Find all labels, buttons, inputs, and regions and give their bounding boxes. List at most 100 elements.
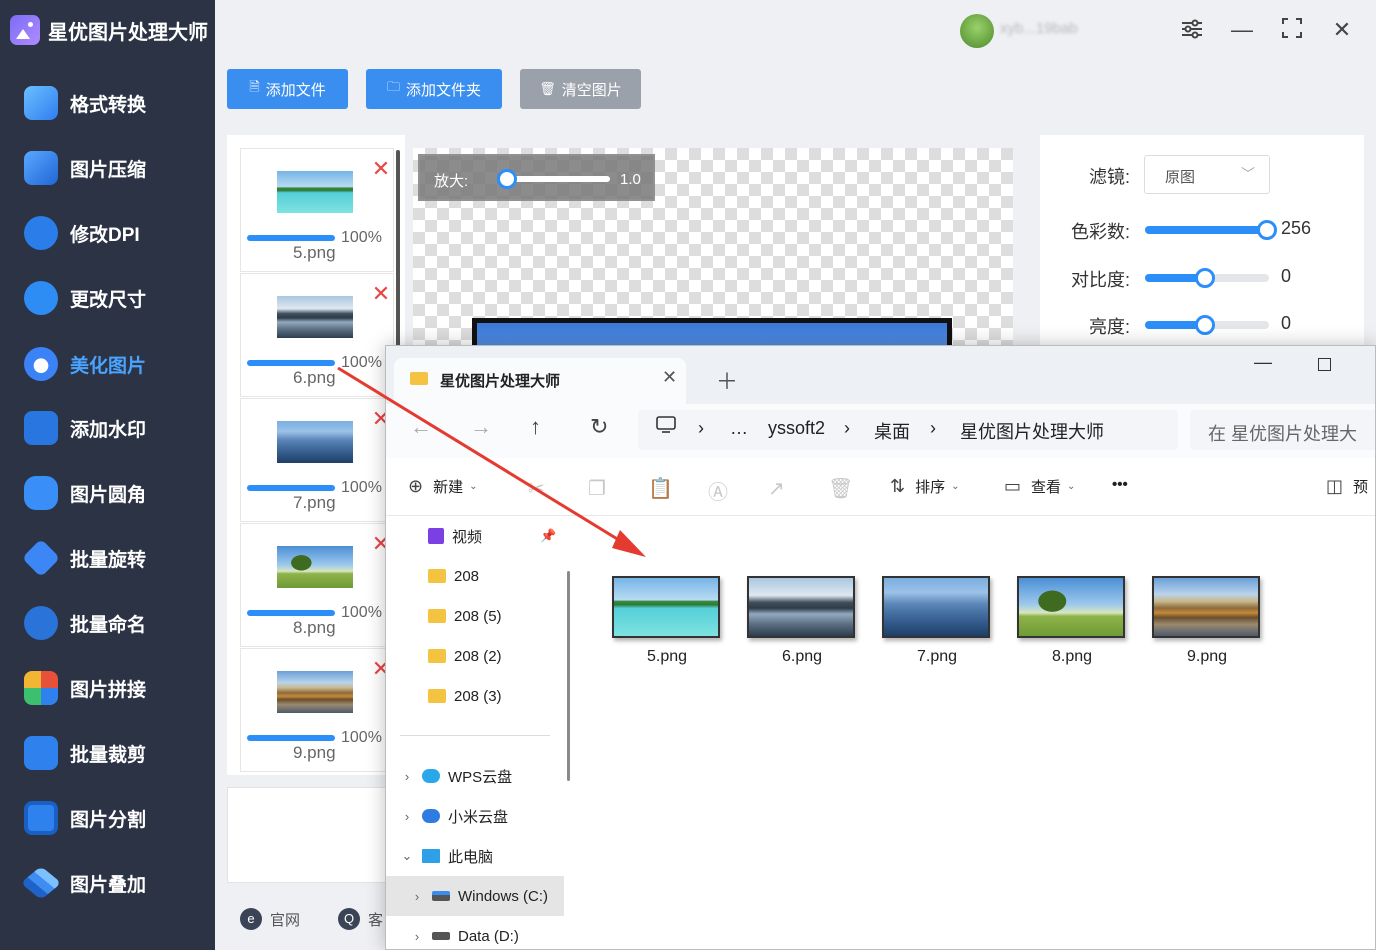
support-link[interactable]: Q客 <box>338 908 383 930</box>
chevron-right-icon[interactable]: › <box>408 889 426 904</box>
paste-icon[interactable]: 📋 <box>648 476 673 501</box>
chevron-right-icon[interactable]: › <box>398 769 416 784</box>
file-item[interactable]: 6.png <box>747 576 857 666</box>
explorer-navigation-bar: ← → ↑ ↻ › … yssoft2 › 桌面 › 星优图片处理大师 在 星优… <box>386 404 1375 458</box>
sidebar-item-dpi[interactable]: 修改DPI <box>24 211 204 255</box>
new-tab-button[interactable]: ＋ <box>716 364 738 396</box>
close-button[interactable]: ✕ <box>1328 16 1356 44</box>
file-thumbnail <box>612 576 720 638</box>
file-card[interactable]: ✕ 100% 7.png <box>240 398 394 522</box>
file-thumbnail <box>277 546 353 588</box>
nav-item-drive-c[interactable]: › Windows (C:) <box>386 876 564 916</box>
nav-item-folder[interactable]: 208 (3) <box>386 676 564 716</box>
nav-item-folder[interactable]: 208 (2) <box>386 636 564 676</box>
plus-circle-icon: ⊕ <box>408 476 424 496</box>
more-options-button[interactable]: ••• <box>1112 476 1128 493</box>
sidebar-item-beautify[interactable]: 美化图片 <box>24 342 204 386</box>
close-icon[interactable]: ✕ <box>662 367 677 388</box>
file-progress-bar <box>247 735 335 741</box>
add-file-button[interactable]: 🗎 添加文件 <box>227 69 348 109</box>
nav-item-video[interactable]: 视频 📌 <box>386 516 564 556</box>
sort-button[interactable]: ⇅ 排序 ⌄ <box>890 476 960 497</box>
nav-item-drive-d[interactable]: › Data (D:) <box>386 916 564 949</box>
search-box[interactable]: 在 星优图片处理大 <box>1190 410 1375 450</box>
file-card[interactable]: ✕ 100% 9.png <box>240 648 394 772</box>
chevron-down-icon[interactable]: ⌄ <box>398 848 416 864</box>
zoom-slider-thumb[interactable] <box>497 169 518 189</box>
sliders-icon[interactable] <box>1178 16 1206 44</box>
sidebar-item-split[interactable]: 图片分割 <box>24 796 204 840</box>
breadcrumb-current-folder[interactable]: 星优图片处理大师 <box>960 418 1104 444</box>
nav-item-label: 视频 <box>452 528 483 546</box>
split-icon <box>24 801 58 835</box>
navigation-pane-scrollbar[interactable] <box>567 571 570 781</box>
zoom-value: 1.0 <box>620 171 641 188</box>
sidebar-item-watermark[interactable]: 添加水印 <box>24 406 204 450</box>
close-icon[interactable]: ✕ <box>371 283 391 305</box>
brightness-slider-thumb[interactable] <box>1195 315 1215 335</box>
chevron-right-icon[interactable]: › <box>408 929 426 944</box>
pin-icon[interactable]: 📌 <box>540 528 556 544</box>
delete-icon[interactable]: 🗑 <box>828 476 853 501</box>
file-item[interactable]: 9.png <box>1152 576 1262 666</box>
explorer-maximize-button[interactable] <box>1318 358 1331 371</box>
sidebar-item-round-corner[interactable]: 图片圆角 <box>24 471 204 515</box>
view-button[interactable]: ▭ 查看 ⌄ <box>1004 476 1075 497</box>
minimize-button[interactable]: — <box>1228 16 1256 44</box>
new-button[interactable]: ⊕ 新建 ⌄ <box>408 476 478 497</box>
file-item[interactable]: 7.png <box>882 576 992 666</box>
explorer-minimize-button[interactable]: — <box>1254 352 1272 373</box>
file-list-scrollbar[interactable] <box>396 150 400 350</box>
color-count-slider-thumb[interactable] <box>1257 220 1277 240</box>
breadcrumb-overflow[interactable]: … <box>730 418 748 439</box>
forward-arrow-icon[interactable]: → <box>470 414 492 440</box>
explorer-tab-title: 星优图片处理大师 <box>440 373 561 390</box>
sidebar-item-layers[interactable]: 图片叠加 <box>20 861 204 905</box>
sidebar-item-puzzle[interactable]: 图片拼接 <box>24 666 204 710</box>
nav-item-folder[interactable]: 208 (5) <box>386 596 564 636</box>
sidebar-item-resize[interactable]: 更改尺寸 <box>24 276 204 320</box>
refresh-icon[interactable]: ↻ <box>590 414 608 440</box>
file-name: 7.png <box>293 493 336 512</box>
sidebar-item-label: 图片叠加 <box>70 874 147 896</box>
crop-icon <box>24 736 58 770</box>
add-folder-button[interactable]: 🗀 添加文件夹 <box>366 69 502 109</box>
nav-item-this-pc[interactable]: ⌄ 此电脑 <box>386 836 564 876</box>
cut-icon[interactable]: ✂ <box>528 476 545 501</box>
preview-pane-icon: ◫ <box>1326 476 1344 496</box>
nav-item-folder[interactable]: 208 <box>386 556 564 596</box>
clear-images-button[interactable]: 🗑 清空图片 <box>520 69 641 109</box>
back-arrow-icon[interactable]: ← <box>410 414 432 440</box>
sidebar-item-compress[interactable]: 图片压缩 <box>24 146 204 190</box>
user-avatar[interactable] <box>960 14 994 48</box>
sidebar-item-rename[interactable]: 批量命名 <box>24 601 204 645</box>
share-icon[interactable]: ↗ <box>768 476 785 501</box>
filter-select[interactable]: 原图 ﹀ <box>1144 155 1270 194</box>
file-item[interactable]: 5.png <box>612 576 722 666</box>
website-link[interactable]: e 官网 <box>240 908 300 930</box>
file-card[interactable]: ✕ 100% 8.png <box>240 523 394 647</box>
nav-item-mi-cloud[interactable]: › 小米云盘 <box>386 796 564 836</box>
file-card[interactable]: ✕ 100% 6.png <box>240 273 394 397</box>
file-progress-bar <box>247 610 335 616</box>
sidebar-item-label: 批量命名 <box>70 614 147 636</box>
close-icon[interactable]: ✕ <box>371 158 391 180</box>
maximize-button[interactable] <box>1278 16 1306 44</box>
color-count-slider[interactable] <box>1145 226 1269 234</box>
breadcrumb-desktop[interactable]: 桌面 <box>874 418 910 444</box>
contrast-slider-thumb[interactable] <box>1195 268 1215 288</box>
file-card[interactable]: ✕ 100% 5.png <box>240 148 394 272</box>
up-arrow-icon[interactable]: ↑ <box>530 414 541 440</box>
explorer-tab[interactable]: 星优图片处理大师 ✕ <box>394 358 686 404</box>
chevron-right-icon[interactable]: › <box>398 809 416 824</box>
nav-item-wps-cloud[interactable]: › WPS云盘 <box>386 756 564 796</box>
rename-icon[interactable]: Ⓐ <box>708 476 728 505</box>
copy-icon[interactable]: ❐ <box>588 476 606 501</box>
sidebar-item-crop[interactable]: 批量裁剪 <box>24 731 204 775</box>
sidebar-item-format-convert[interactable]: 格式转换 <box>24 81 204 125</box>
breadcrumb-yssoft2[interactable]: yssoft2 <box>768 418 825 439</box>
sidebar-item-rotate[interactable]: 批量旋转 <box>21 536 204 580</box>
file-item[interactable]: 8.png <box>1017 576 1127 666</box>
add-folder-label: 添加文件夹 <box>406 81 482 99</box>
preview-pane-button[interactable]: ◫ 预 <box>1326 476 1368 497</box>
